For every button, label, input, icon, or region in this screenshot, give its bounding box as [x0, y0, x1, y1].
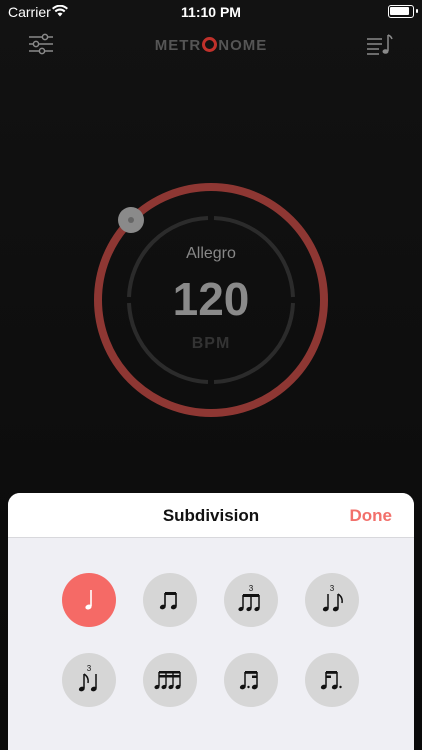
- subdivision-eighth-quarter-triplet-button[interactable]: 3: [62, 653, 116, 707]
- battery-icon: [388, 5, 418, 18]
- sheet-header: Subdivision Done: [8, 493, 414, 538]
- dotted-eighth-sixteenth-icon: [239, 671, 258, 690]
- app-logo: METR NOME: [0, 37, 422, 54]
- clock-time: 11:10 PM: [181, 4, 241, 20]
- subdivision-sixteenth-notes-button[interactable]: [143, 653, 197, 707]
- subdivision-eighth-triplet-button[interactable]: 3: [224, 573, 278, 627]
- quarter-note-icon: [85, 590, 92, 610]
- subdivision-eighth-notes-button[interactable]: [143, 573, 197, 627]
- tempo-name: Allegro: [186, 245, 236, 262]
- subdivision-sheet: Subdivision Done 3 3 3: [8, 493, 414, 750]
- logo-text-left: METR: [154, 37, 202, 54]
- triplet-mark: 3: [330, 584, 335, 593]
- subdivision-dotted-eighth-sixteenth-button[interactable]: [224, 653, 278, 707]
- subdivision-quarter-eighth-triplet-button[interactable]: 3: [305, 573, 359, 627]
- sixteenth-dotted-eighth-icon: [320, 671, 342, 690]
- sixteenth-notes-icon: [154, 671, 181, 690]
- nav-bar: METR NOME: [0, 28, 422, 64]
- triplet-mark: 3: [87, 664, 92, 673]
- logo-o-icon: [202, 37, 218, 52]
- bpm-label: BPM: [191, 335, 231, 352]
- music-list-icon[interactable]: [366, 32, 394, 61]
- subdivision-quarter-note-button[interactable]: [62, 573, 116, 627]
- eighth-notes-icon: [159, 592, 177, 610]
- eighth-quarter-triplet-icon: 3: [78, 664, 97, 692]
- done-button[interactable]: Done: [350, 506, 393, 526]
- triplet-mark: 3: [249, 584, 254, 593]
- bpm-value: 120: [172, 273, 250, 325]
- quarter-eighth-triplet-icon: 3: [322, 584, 343, 612]
- subdivision-sixteenth-dotted-eighth-button[interactable]: [305, 653, 359, 707]
- subdivision-grid: 3 3 3: [8, 538, 414, 750]
- eighth-triplet-icon: 3: [238, 584, 260, 612]
- tempo-knob[interactable]: [118, 207, 144, 233]
- logo-text-right: NOME: [218, 37, 268, 54]
- status-bar: Carrier 11:10 PM: [0, 0, 422, 24]
